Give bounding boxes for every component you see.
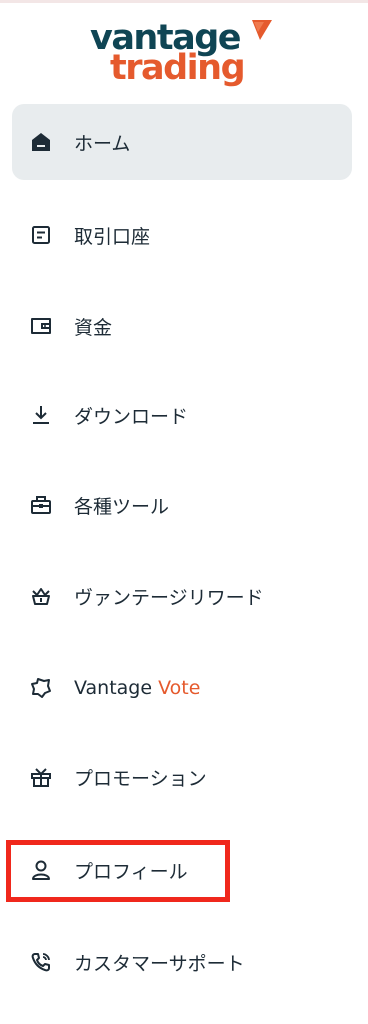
gift-icon [29,765,53,789]
vote-label-accent: Vote [158,677,201,699]
sidebar-item-label: 取引口座 [74,225,151,248]
top-divider [0,0,368,3]
sidebar-item-label: 資金 [74,316,113,339]
sidebar-item-funds[interactable]: 資金 [12,288,352,364]
crown-basket-icon [29,584,53,608]
vantage-trading-logo[interactable]: vantage trading [0,14,368,94]
toolbox-icon [29,493,53,517]
sidebar-item-label: ヴァンテージリワード [74,586,264,609]
sidebar-item-label: カスタマーサポート [74,952,245,975]
account-icon [29,223,53,247]
logo-flag-icon [252,20,272,40]
sidebar-item-vantage-vote[interactable]: Vantage Vote [12,650,352,726]
sidebar-item-promotions[interactable]: プロモーション [12,739,352,815]
sidebar-item-home[interactable]: ホーム [12,104,352,180]
wallet-icon [29,314,53,338]
sidebar-item-accounts[interactable]: 取引口座 [12,197,352,273]
sidebar-item-download[interactable]: ダウンロード [12,377,352,453]
profile-highlight-box [6,840,230,902]
sidebar-item-tools[interactable]: 各種ツール [12,467,352,543]
phone-icon [29,950,53,974]
sidebar-item-label: プロモーション [74,767,207,790]
home-icon [29,130,53,154]
sidebar-item-rewards[interactable]: ヴァンテージリワード [12,558,352,634]
vote-badge-icon [29,676,53,700]
sidebar-item-label: ホーム [74,132,131,155]
sidebar-item-label: Vantage Vote [74,677,200,699]
sidebar-item-support[interactable]: カスタマーサポート [12,924,352,1000]
download-icon [29,403,53,427]
vote-label-main: Vantage [74,677,153,699]
sidebar-item-label: ダウンロード [74,405,189,428]
logo-line-2: trading [110,48,246,88]
sidebar-item-label: 各種ツール [74,495,170,518]
